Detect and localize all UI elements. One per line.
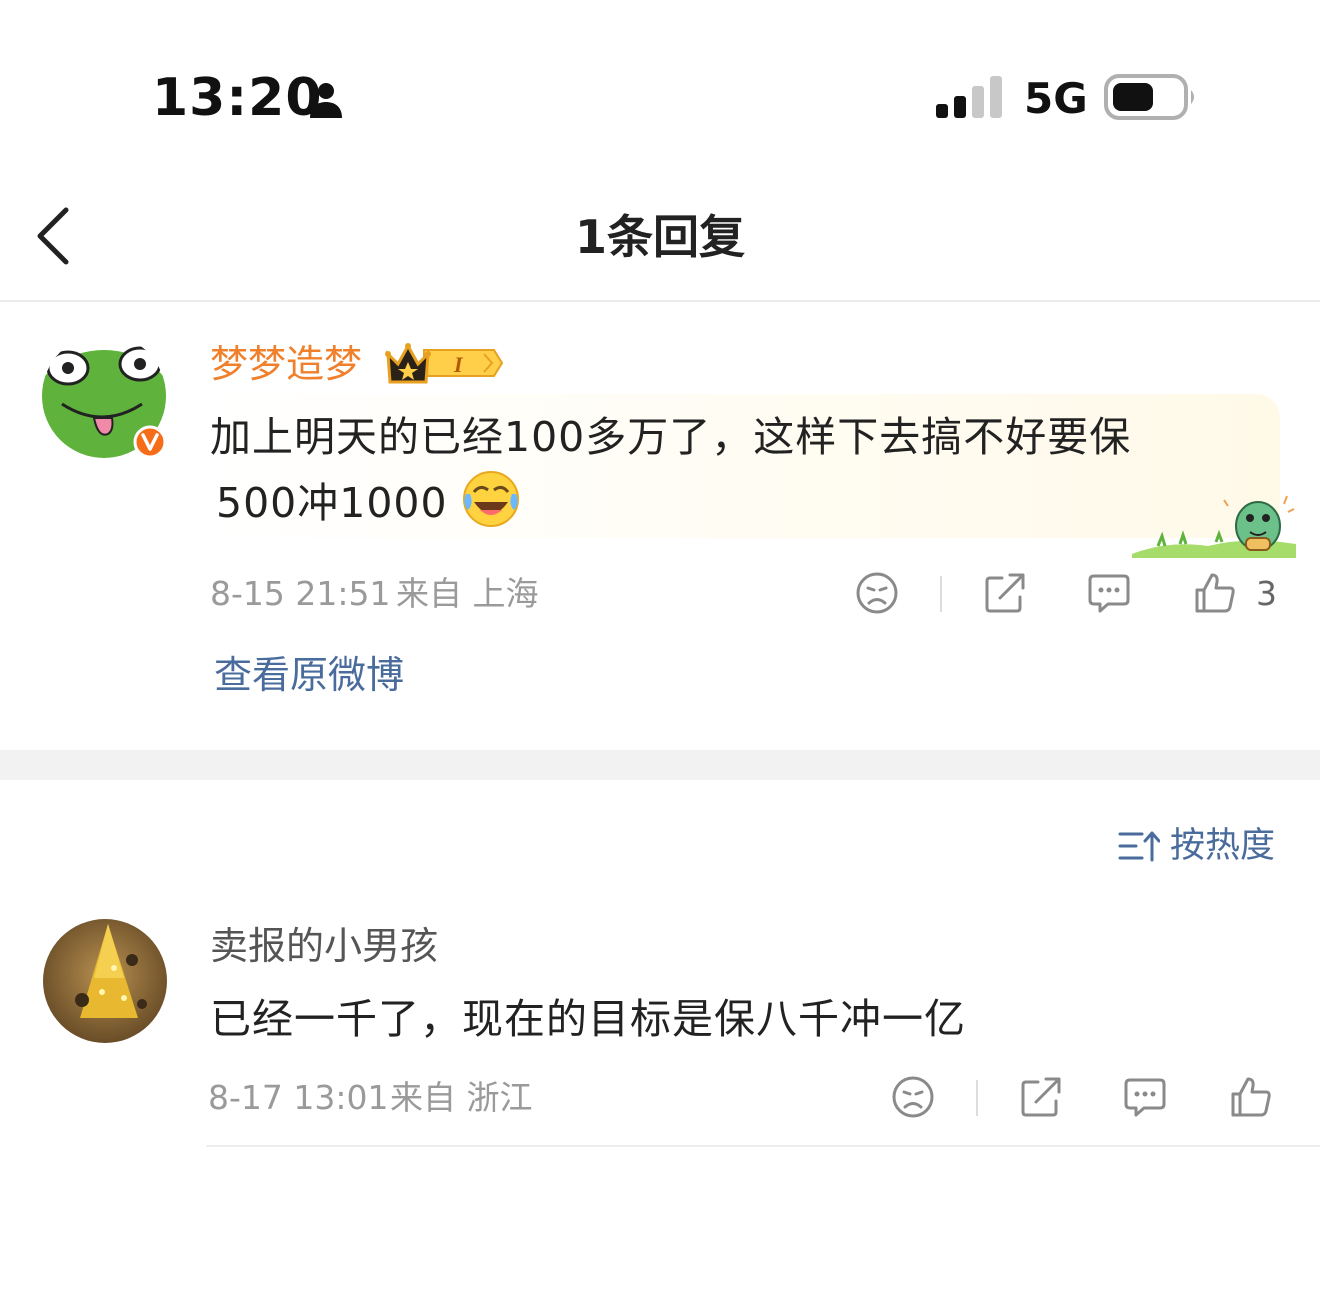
reply-divider xyxy=(206,1145,1320,1147)
reply-username[interactable]: 卖报的小男孩 xyxy=(210,920,438,972)
reply-avatar[interactable] xyxy=(42,918,168,1044)
network-type: 5G xyxy=(1024,74,1088,123)
sort-by-hot-button[interactable]: 按热度 xyxy=(1170,822,1275,870)
mascot-decoration-icon xyxy=(1132,495,1296,558)
crown-badge-icon: I xyxy=(385,342,504,384)
laugh-cry-emoji-icon xyxy=(463,471,519,527)
like-count: 3 xyxy=(1256,574,1277,613)
person-icon xyxy=(310,83,342,118)
reply-action-separator xyxy=(976,1080,978,1116)
post-text-line2: 500冲1000 xyxy=(216,479,448,527)
header-divider xyxy=(0,300,1320,302)
share-icon[interactable] xyxy=(982,570,1028,616)
section-separator xyxy=(0,750,1320,780)
page-title: 1条回复 xyxy=(574,210,745,264)
badge-level: I xyxy=(453,352,464,377)
dislike-icon[interactable] xyxy=(854,570,900,616)
post-date: 8-15 21:51 xyxy=(210,574,391,613)
reply-location: 来自 浙江 xyxy=(390,1078,533,1117)
reply-date: 8-17 13:01 xyxy=(208,1078,389,1117)
post-text-line1: 加上明天的已经100多万了，这样下去搞不好要保 xyxy=(210,413,1132,461)
reply-share-icon[interactable] xyxy=(1018,1074,1064,1120)
reply-like-icon[interactable] xyxy=(1228,1074,1274,1120)
sort-icon[interactable] xyxy=(1118,828,1160,864)
status-time: 13:20 xyxy=(152,68,323,128)
reply-text: 已经一千了，现在的目标是保八千冲一亿 xyxy=(210,995,966,1043)
avatar[interactable] xyxy=(42,334,168,460)
post-location: 来自 上海 xyxy=(396,574,539,613)
view-original-link[interactable]: 查看原微博 xyxy=(214,648,404,702)
battery-icon xyxy=(1104,74,1194,120)
like-icon[interactable] xyxy=(1192,570,1238,616)
comment-icon[interactable] xyxy=(1086,570,1132,616)
reply-dislike-icon[interactable] xyxy=(890,1074,936,1120)
signal-icon xyxy=(936,76,1002,118)
reply-comment-icon[interactable] xyxy=(1122,1074,1168,1120)
action-separator xyxy=(940,576,942,612)
post-username[interactable]: 梦梦造梦 xyxy=(210,338,362,390)
